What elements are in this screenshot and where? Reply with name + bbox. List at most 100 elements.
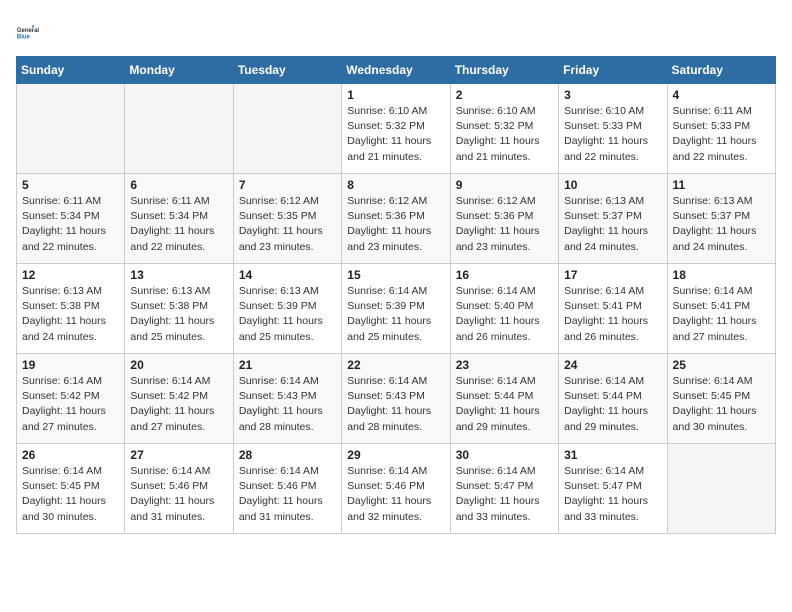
day-info: Sunrise: 6:14 AMSunset: 5:39 PMDaylight:… bbox=[347, 284, 444, 345]
day-number: 12 bbox=[22, 268, 119, 282]
day-number: 15 bbox=[347, 268, 444, 282]
calendar-cell: 19 Sunrise: 6:14 AMSunset: 5:42 PMDayligh… bbox=[17, 354, 125, 444]
day-info: Sunrise: 6:14 AMSunset: 5:47 PMDaylight:… bbox=[456, 464, 553, 525]
svg-text:General: General bbox=[17, 28, 39, 34]
calendar-cell: 9 Sunrise: 6:12 AMSunset: 5:36 PMDaylight… bbox=[450, 174, 558, 264]
day-number: 3 bbox=[564, 88, 661, 102]
day-info: Sunrise: 6:14 AMSunset: 5:40 PMDaylight:… bbox=[456, 284, 553, 345]
page-header: General Blue bbox=[16, 16, 776, 48]
calendar-cell: 23 Sunrise: 6:14 AMSunset: 5:44 PMDayligh… bbox=[450, 354, 558, 444]
calendar-cell: 29 Sunrise: 6:14 AMSunset: 5:46 PMDayligh… bbox=[342, 444, 450, 534]
calendar-cell: 25 Sunrise: 6:14 AMSunset: 5:45 PMDayligh… bbox=[667, 354, 775, 444]
day-info: Sunrise: 6:14 AMSunset: 5:46 PMDaylight:… bbox=[347, 464, 444, 525]
day-number: 8 bbox=[347, 178, 444, 192]
calendar-cell: 15 Sunrise: 6:14 AMSunset: 5:39 PMDayligh… bbox=[342, 264, 450, 354]
calendar-body: 1Sunrise: 6:10 AMSunset: 5:32 PMDaylight… bbox=[17, 84, 776, 534]
day-number: 21 bbox=[239, 358, 336, 372]
calendar-cell bbox=[125, 84, 233, 174]
day-number: 31 bbox=[564, 448, 661, 462]
day-info: Sunrise: 6:14 AMSunset: 5:42 PMDaylight:… bbox=[22, 374, 119, 435]
day-number: 4 bbox=[673, 88, 770, 102]
calendar-cell: 16 Sunrise: 6:14 AMSunset: 5:40 PMDayligh… bbox=[450, 264, 558, 354]
day-number: 14 bbox=[239, 268, 336, 282]
day-info: Sunrise: 6:11 AMSunset: 5:34 PMDaylight:… bbox=[130, 194, 227, 255]
day-info: Sunrise: 6:13 AMSunset: 5:38 PMDaylight:… bbox=[22, 284, 119, 345]
day-number: 29 bbox=[347, 448, 444, 462]
day-number: 13 bbox=[130, 268, 227, 282]
day-info: Sunrise: 6:14 AMSunset: 5:41 PMDaylight:… bbox=[673, 284, 770, 345]
calendar-cell: 30Sunrise: 6:14 AMSunset: 5:47 PMDayligh… bbox=[450, 444, 558, 534]
day-number: 24 bbox=[564, 358, 661, 372]
calendar-cell: 28 Sunrise: 6:14 AMSunset: 5:46 PMDayligh… bbox=[233, 444, 341, 534]
day-number: 26 bbox=[22, 448, 119, 462]
day-number: 23 bbox=[456, 358, 553, 372]
day-info: Sunrise: 6:14 AMSunset: 5:44 PMDaylight:… bbox=[564, 374, 661, 435]
calendar-cell: 3 Sunrise: 6:10 AMSunset: 5:33 PMDaylight… bbox=[559, 84, 667, 174]
day-info: Sunrise: 6:14 AMSunset: 5:45 PMDaylight:… bbox=[22, 464, 119, 525]
day-info: Sunrise: 6:13 AMSunset: 5:37 PMDaylight:… bbox=[673, 194, 770, 255]
day-number: 6 bbox=[130, 178, 227, 192]
calendar-cell bbox=[667, 444, 775, 534]
day-info: Sunrise: 6:14 AMSunset: 5:45 PMDaylight:… bbox=[673, 374, 770, 435]
day-info: Sunrise: 6:14 AMSunset: 5:41 PMDaylight:… bbox=[564, 284, 661, 345]
day-info: Sunrise: 6:11 AMSunset: 5:33 PMDaylight:… bbox=[673, 104, 770, 165]
day-number: 28 bbox=[239, 448, 336, 462]
calendar-cell bbox=[233, 84, 341, 174]
calendar-cell: 21 Sunrise: 6:14 AMSunset: 5:43 PMDayligh… bbox=[233, 354, 341, 444]
day-info: Sunrise: 6:14 AMSunset: 5:44 PMDaylight:… bbox=[456, 374, 553, 435]
weekday-header: Friday bbox=[559, 57, 667, 84]
calendar-cell: 8 Sunrise: 6:12 AMSunset: 5:36 PMDaylight… bbox=[342, 174, 450, 264]
calendar-cell: 27 Sunrise: 6:14 AMSunset: 5:46 PMDayligh… bbox=[125, 444, 233, 534]
calendar-cell: 7Sunrise: 6:12 AMSunset: 5:35 PMDaylight… bbox=[233, 174, 341, 264]
day-number: 9 bbox=[456, 178, 553, 192]
day-number: 20 bbox=[130, 358, 227, 372]
weekday-header: Tuesday bbox=[233, 57, 341, 84]
calendar-cell: 5Sunrise: 6:11 AMSunset: 5:34 PMDaylight… bbox=[17, 174, 125, 264]
day-info: Sunrise: 6:14 AMSunset: 5:46 PMDaylight:… bbox=[239, 464, 336, 525]
day-number: 25 bbox=[673, 358, 770, 372]
calendar-cell: 18 Sunrise: 6:14 AMSunset: 5:41 PMDayligh… bbox=[667, 264, 775, 354]
calendar-cell: 2 Sunrise: 6:10 AMSunset: 5:32 PMDaylight… bbox=[450, 84, 558, 174]
calendar-cell: 31 Sunrise: 6:14 AMSunset: 5:47 PMDayligh… bbox=[559, 444, 667, 534]
weekday-header: Thursday bbox=[450, 57, 558, 84]
calendar-table: SundayMondayTuesdayWednesdayThursdayFrid… bbox=[16, 56, 776, 534]
day-number: 19 bbox=[22, 358, 119, 372]
day-number: 16 bbox=[456, 268, 553, 282]
weekday-header: Monday bbox=[125, 57, 233, 84]
day-info: Sunrise: 6:14 AMSunset: 5:42 PMDaylight:… bbox=[130, 374, 227, 435]
calendar-cell: 10Sunrise: 6:13 AMSunset: 5:37 PMDayligh… bbox=[559, 174, 667, 264]
calendar-cell: 11 Sunrise: 6:13 AMSunset: 5:37 PMDayligh… bbox=[667, 174, 775, 264]
day-info: Sunrise: 6:13 AMSunset: 5:38 PMDaylight:… bbox=[130, 284, 227, 345]
calendar-header: SundayMondayTuesdayWednesdayThursdayFrid… bbox=[17, 57, 776, 84]
day-info: Sunrise: 6:14 AMSunset: 5:43 PMDaylight:… bbox=[239, 374, 336, 435]
day-info: Sunrise: 6:12 AMSunset: 5:35 PMDaylight:… bbox=[239, 194, 336, 255]
day-number: 11 bbox=[673, 178, 770, 192]
calendar-cell: 20 Sunrise: 6:14 AMSunset: 5:42 PMDayligh… bbox=[125, 354, 233, 444]
day-info: Sunrise: 6:10 AMSunset: 5:32 PMDaylight:… bbox=[347, 104, 444, 165]
day-number: 2 bbox=[456, 88, 553, 102]
logo-icon: General Blue bbox=[16, 16, 48, 48]
day-number: 27 bbox=[130, 448, 227, 462]
weekday-header: Sunday bbox=[17, 57, 125, 84]
svg-text:Blue: Blue bbox=[17, 34, 31, 40]
calendar-cell: 26 Sunrise: 6:14 AMSunset: 5:45 PMDayligh… bbox=[17, 444, 125, 534]
logo: General Blue bbox=[16, 16, 52, 48]
day-info: Sunrise: 6:14 AMSunset: 5:47 PMDaylight:… bbox=[564, 464, 661, 525]
day-info: Sunrise: 6:12 AMSunset: 5:36 PMDaylight:… bbox=[347, 194, 444, 255]
day-number: 10 bbox=[564, 178, 661, 192]
calendar-cell: 1Sunrise: 6:10 AMSunset: 5:32 PMDaylight… bbox=[342, 84, 450, 174]
day-info: Sunrise: 6:14 AMSunset: 5:46 PMDaylight:… bbox=[130, 464, 227, 525]
calendar-cell: 4 Sunrise: 6:11 AMSunset: 5:33 PMDaylight… bbox=[667, 84, 775, 174]
calendar-cell: 13 Sunrise: 6:13 AMSunset: 5:38 PMDayligh… bbox=[125, 264, 233, 354]
calendar-cell: 14Sunrise: 6:13 AMSunset: 5:39 PMDayligh… bbox=[233, 264, 341, 354]
calendar-cell bbox=[17, 84, 125, 174]
day-info: Sunrise: 6:10 AMSunset: 5:33 PMDaylight:… bbox=[564, 104, 661, 165]
day-number: 18 bbox=[673, 268, 770, 282]
day-info: Sunrise: 6:12 AMSunset: 5:36 PMDaylight:… bbox=[456, 194, 553, 255]
weekday-header: Wednesday bbox=[342, 57, 450, 84]
day-info: Sunrise: 6:10 AMSunset: 5:32 PMDaylight:… bbox=[456, 104, 553, 165]
day-number: 5 bbox=[22, 178, 119, 192]
calendar-cell: 22Sunrise: 6:14 AMSunset: 5:43 PMDayligh… bbox=[342, 354, 450, 444]
calendar-cell: 6 Sunrise: 6:11 AMSunset: 5:34 PMDaylight… bbox=[125, 174, 233, 264]
day-number: 17 bbox=[564, 268, 661, 282]
